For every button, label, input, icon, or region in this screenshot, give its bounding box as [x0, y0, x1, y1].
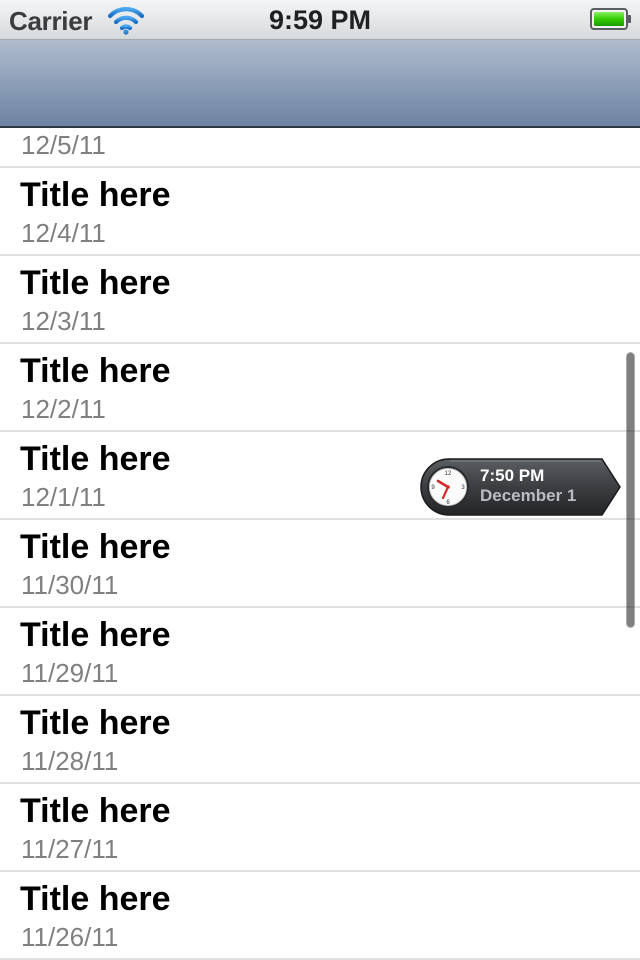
list-item-title: Title here — [20, 440, 171, 478]
list-item-title: Title here — [20, 616, 171, 654]
list-item-date: 12/5/11 — [21, 130, 106, 160]
table-rows: Title here12/5/11Title here12/4/11Title … — [0, 128, 640, 960]
callout-date: December 1 — [480, 486, 577, 505]
list-item-date: 11/29/11 — [21, 658, 119, 688]
list-item[interactable]: Title here 11/28/11 — [0, 696, 640, 784]
list-item-date: 11/30/11 — [21, 570, 119, 600]
list-item[interactable]: Title here 11/30/11 — [0, 520, 640, 608]
table-list[interactable]: Title here12/5/11Title here12/4/11Title … — [0, 128, 640, 960]
battery-icon — [590, 8, 631, 30]
list-item-title: Title here — [20, 176, 171, 214]
time-scroller-callout: 12 3 6 9 7:50 PM December 1 — [420, 458, 622, 516]
list-item-title: Title here — [20, 792, 171, 830]
list-item-title: Title here — [20, 352, 171, 390]
callout-time: 7:50 PM — [480, 466, 545, 485]
list-item[interactable]: Title here 11/26/11 — [0, 872, 640, 960]
list-item-title: Title here — [20, 528, 171, 566]
list-item[interactable]: Title here 11/27/11 — [0, 784, 640, 872]
list-item[interactable]: Title here 12/4/11 — [0, 168, 640, 256]
list-item-date: 12/1/11 — [21, 482, 106, 512]
list-item[interactable]: Title here 12/3/11 — [0, 256, 640, 344]
list-item-date: 11/28/11 — [21, 746, 119, 776]
list-item[interactable]: Title here12/5/11 — [0, 128, 640, 168]
scroll-indicator[interactable] — [626, 352, 635, 628]
list-item-date: 12/2/11 — [21, 394, 106, 424]
list-item-date: 11/27/11 — [21, 834, 119, 864]
status-time: 9:59 PM — [268, 5, 372, 35]
list-item-date: 12/4/11 — [21, 218, 106, 248]
list-item-title: Title here — [20, 264, 171, 302]
navigation-bar — [0, 40, 640, 128]
status-bar: Carrier 9:59 PM — [0, 0, 640, 40]
list-item-date: 12/3/11 — [21, 306, 106, 336]
svg-text:12: 12 — [445, 471, 452, 477]
list-item[interactable]: Title here 12/2/11 — [0, 344, 640, 432]
clock-icon: 12 3 6 9 — [427, 466, 469, 508]
list-item-date: 11/26/11 — [21, 922, 119, 952]
list-item-title: Title here — [20, 880, 171, 918]
list-item[interactable]: Title here 11/29/11 — [0, 608, 640, 696]
list-item-title: Title here — [20, 704, 171, 742]
screen: Carrier 9:59 PM 12/5/11 Title here 12/4/… — [0, 0, 640, 960]
